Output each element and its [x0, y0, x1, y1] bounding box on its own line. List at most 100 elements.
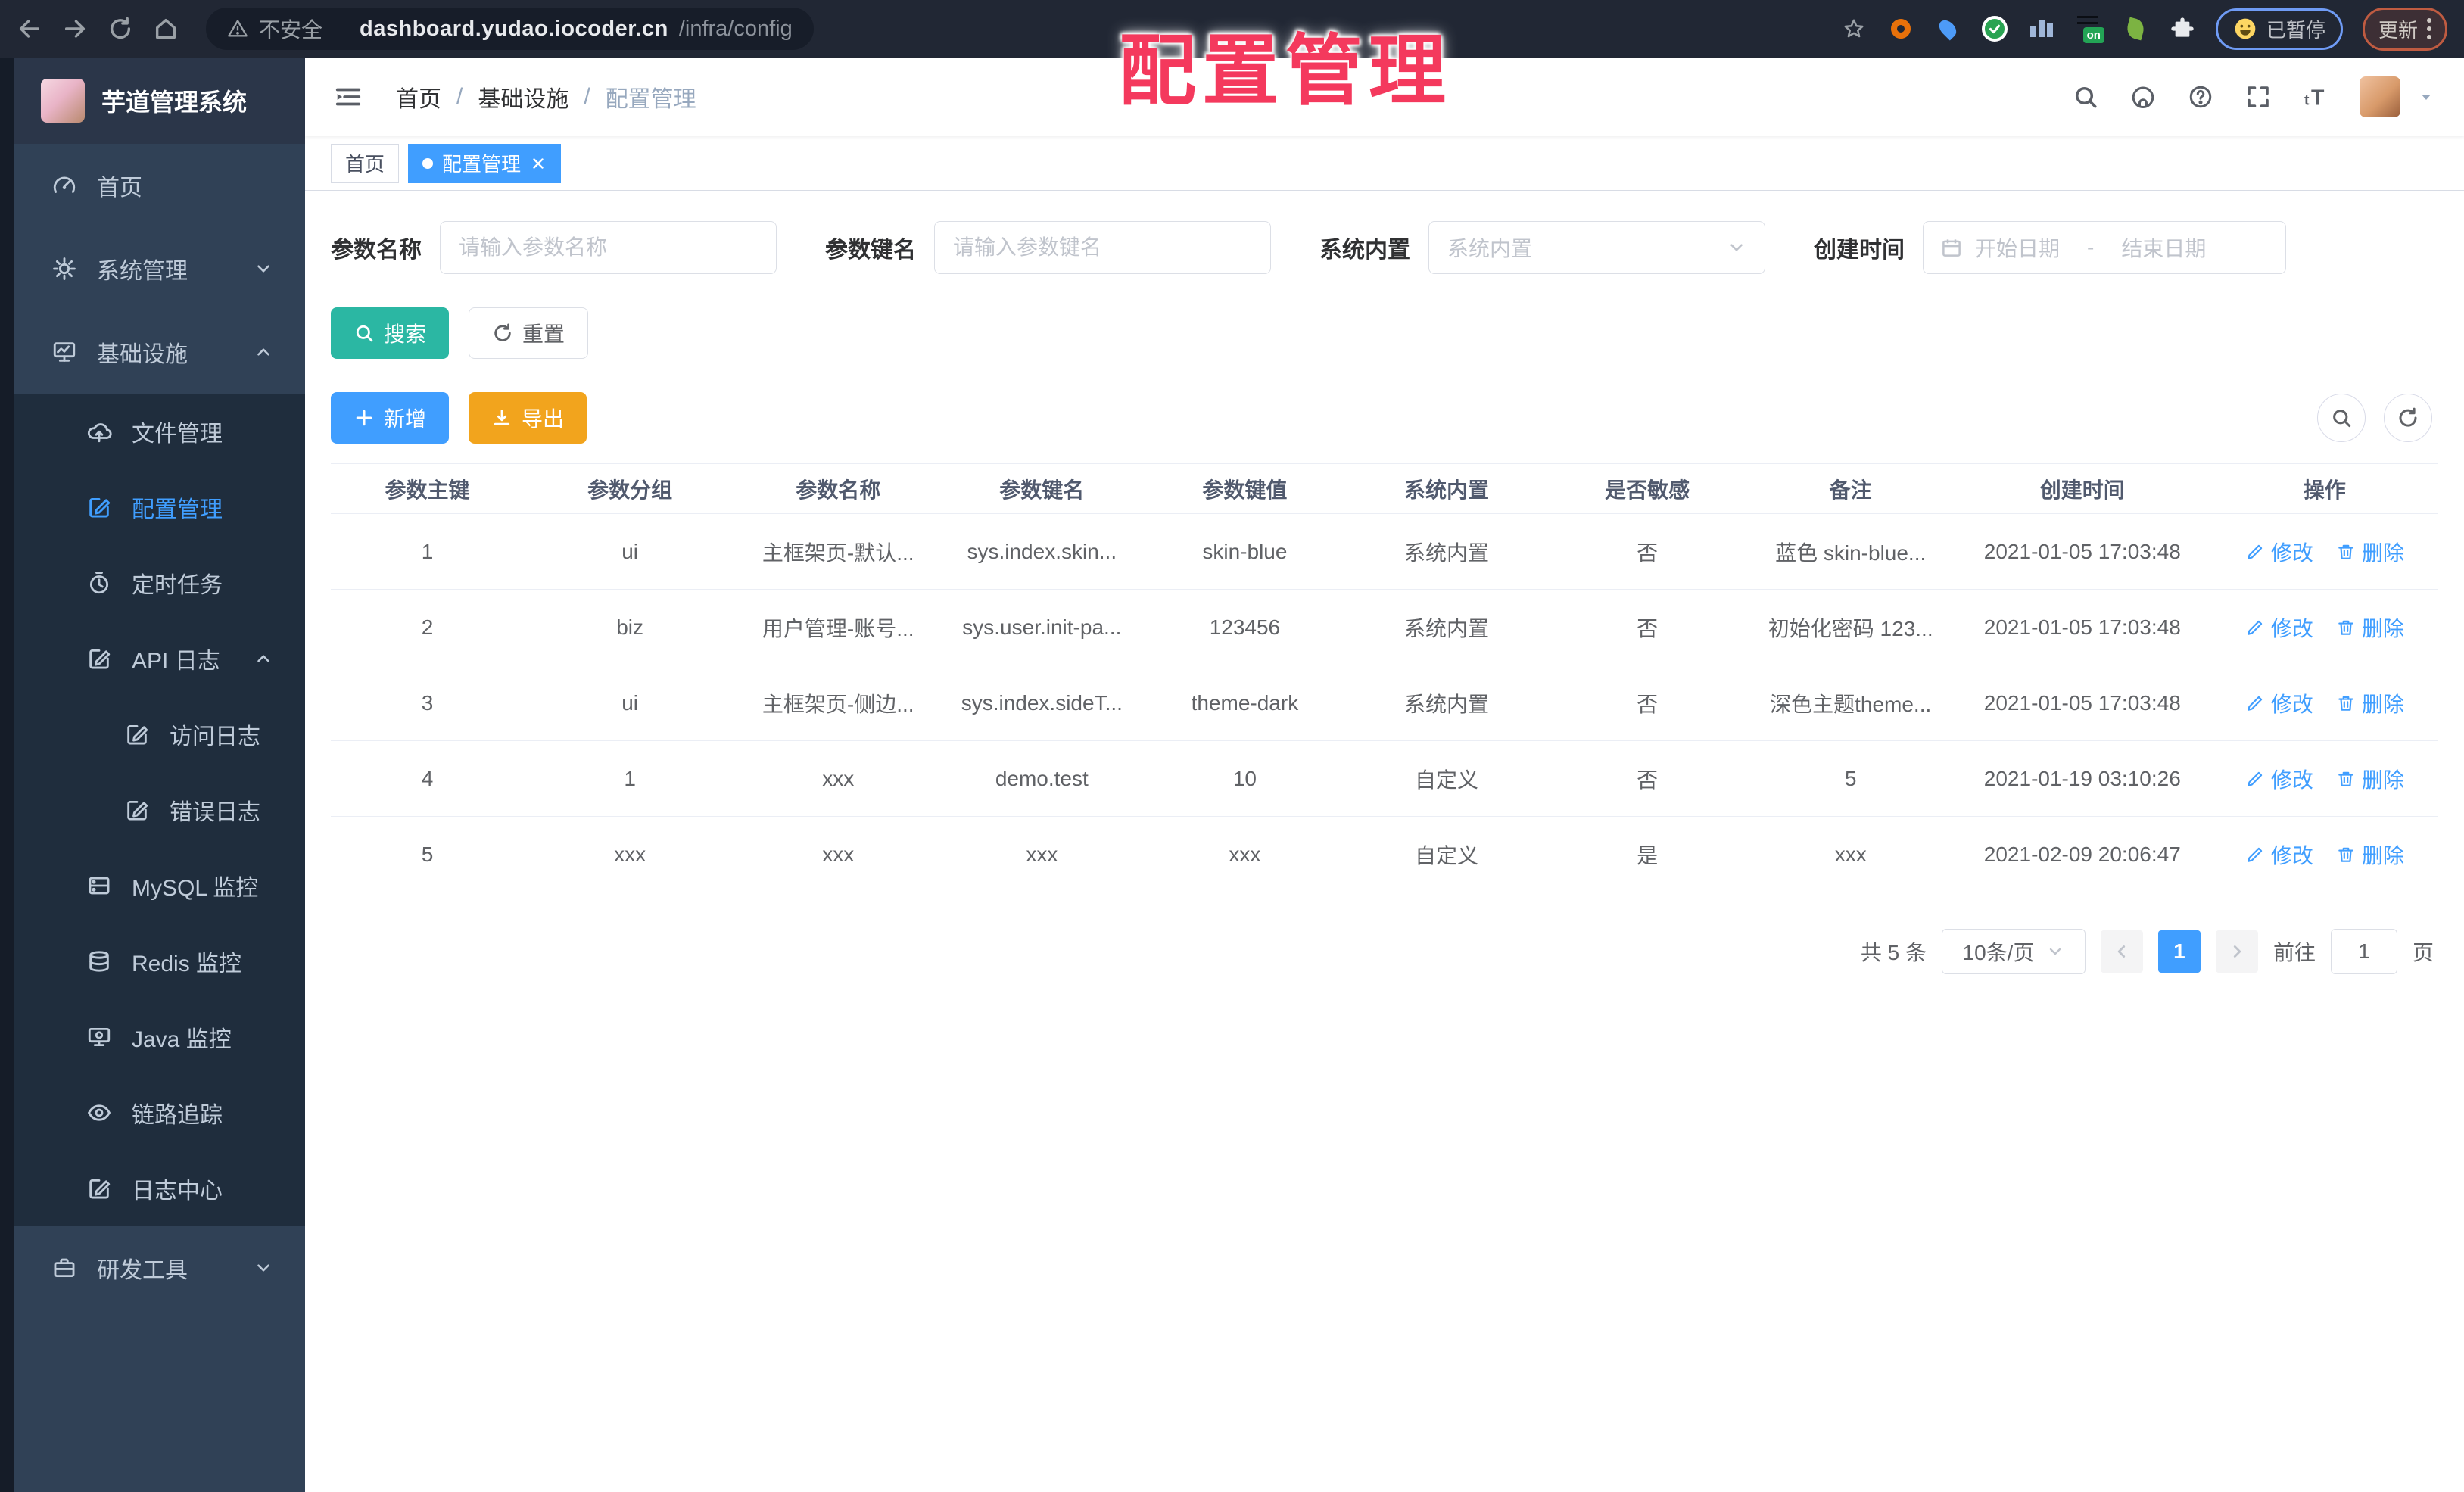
edit-link[interactable]: 修改 [2245, 688, 2313, 718]
extension-puzzle-icon[interactable] [2169, 15, 2196, 42]
delete-link[interactable]: 删除 [2336, 764, 2404, 794]
sidebar-logo[interactable]: 芋道管理系统 [14, 58, 305, 144]
edit-link[interactable]: 修改 [2245, 839, 2313, 870]
avatar-caret-down-icon[interactable] [2417, 88, 2435, 106]
col-param-group: 参数分组 [524, 463, 737, 514]
sidebar-item-tracing[interactable]: 链路追踪 [14, 1075, 305, 1151]
current-page-button[interactable]: 1 [2157, 930, 2201, 973]
col-sensitive: 是否敏感 [1547, 463, 1748, 514]
page-size-select[interactable]: 10条/页 [1941, 929, 2086, 974]
sidebar-item-scheduled-jobs[interactable]: 定时任务 [14, 545, 305, 621]
redis-stack-icon [86, 948, 112, 974]
plus-icon [354, 407, 375, 428]
java-monitor-icon [86, 1024, 112, 1050]
prev-page-button[interactable] [2100, 930, 2143, 973]
tab-home[interactable]: 首页 [331, 143, 400, 183]
extension-orange-donut-icon[interactable] [1887, 15, 1914, 42]
edit-link[interactable]: 修改 [2245, 764, 2313, 794]
log-edit-icon [124, 797, 150, 823]
browser-forward-icon[interactable] [62, 16, 88, 42]
start-date-placeholder: 开始日期 [1975, 237, 2061, 260]
calendar-icon [1940, 236, 1963, 259]
sidebar-item-access-log[interactable]: 访问日志 [14, 696, 305, 772]
github-icon[interactable] [2129, 83, 2157, 111]
browser-back-icon[interactable] [17, 16, 42, 42]
add-button[interactable]: 新增 [331, 392, 450, 444]
toggle-search-button[interactable] [2317, 394, 2366, 442]
browser-menu-dots-icon[interactable] [2427, 18, 2431, 39]
sidebar-item-redis-monitor[interactable]: Redis 监控 [14, 924, 305, 999]
extension-leaf-icon[interactable] [2122, 15, 2149, 42]
edit-link[interactable]: 修改 [2245, 612, 2313, 643]
table-row: 3 ui 主框架页-侧边... sys.index.sideT... theme… [331, 665, 2438, 741]
sidebar-item-mysql-monitor[interactable]: MySQL 监控 [14, 848, 305, 924]
sidebar-item-home[interactable]: 首页 [14, 144, 305, 227]
sidebar-item-infra[interactable]: 基础设施 [14, 310, 305, 394]
eye-icon [86, 1100, 112, 1126]
table-row: 4 1 xxx demo.test 10 自定义 否 5 2021-01-19 … [331, 740, 2438, 817]
browser-update-button[interactable]: 更新 [2362, 7, 2447, 51]
trash-icon [2336, 618, 2356, 637]
avatar[interactable] [2360, 76, 2400, 117]
browser-home-icon[interactable] [153, 16, 179, 42]
extension-on-badge-icon[interactable]: on [2075, 15, 2104, 43]
refresh-table-button[interactable] [2384, 394, 2432, 442]
chevron-down-icon [254, 1258, 273, 1278]
close-tab-icon[interactable] [530, 155, 547, 172]
sidebar-item-error-log[interactable]: 错误日志 [14, 772, 305, 848]
edit-link[interactable]: 修改 [2245, 537, 2313, 567]
goto-page-input[interactable] [2330, 929, 2397, 974]
sidebar-item-dev-tools[interactable]: 研发工具 [14, 1226, 305, 1310]
browser-reload-icon[interactable] [107, 16, 133, 42]
breadcrumb-current: 配置管理 [605, 87, 696, 112]
delete-link[interactable]: 删除 [2336, 537, 2404, 567]
total-count: 共 5 条 [1860, 941, 1927, 964]
delete-link[interactable]: 删除 [2336, 839, 2404, 870]
next-page-button[interactable] [2215, 930, 2258, 973]
trash-icon [2336, 542, 2356, 562]
refresh-icon [2397, 406, 2419, 429]
sidebar-item-log-center[interactable]: 日志中心 [14, 1151, 305, 1226]
chevron-down-icon [1727, 238, 1746, 257]
sidebar-item-api-log[interactable]: API 日志 [14, 621, 305, 696]
reset-button[interactable]: 重置 [469, 307, 589, 359]
trash-icon [2336, 769, 2356, 789]
delete-link[interactable]: 删除 [2336, 688, 2404, 718]
paused-extension-badge[interactable]: 已暂停 [2215, 8, 2343, 50]
cloud-upload-icon [86, 419, 112, 444]
extension-vpn-icon[interactable] [1981, 15, 2008, 42]
delete-link[interactable]: 删除 [2336, 612, 2404, 643]
app-title: 芋道管理系统 [101, 89, 248, 116]
built-in-select[interactable]: 系统内置 [1428, 221, 1765, 274]
param-name-input[interactable] [440, 221, 777, 274]
param-key-input[interactable] [934, 221, 1271, 274]
sidebar-item-system[interactable]: 系统管理 [14, 227, 305, 310]
sidebar-item-file-management[interactable]: 文件管理 [14, 394, 305, 469]
url-host: dashboard.yudao.iocoder.cn [360, 16, 668, 41]
goto-label: 前往 [2272, 941, 2316, 964]
address-bar[interactable]: 不安全 dashboard.yudao.iocoder.cn/infra/con… [206, 8, 814, 50]
extension-columns-icon[interactable] [2028, 15, 2055, 42]
dashboard-icon [51, 173, 77, 198]
date-range-picker[interactable]: 开始日期 - 结束日期 [1923, 221, 2286, 274]
chevron-right-icon [2227, 942, 2247, 961]
fullscreen-icon[interactable] [2244, 83, 2272, 111]
font-size-icon[interactable] [2302, 83, 2329, 111]
col-built-in: 系统内置 [1346, 463, 1547, 514]
breadcrumb-home[interactable]: 首页 [396, 80, 441, 114]
tab-config-management[interactable]: 配置管理 [408, 143, 562, 183]
extension-pin-icon[interactable] [1934, 15, 1961, 42]
search-button[interactable]: 搜索 [331, 307, 450, 359]
bookmark-star-icon[interactable] [1843, 17, 1865, 40]
breadcrumb-infra[interactable]: 基础设施 [478, 80, 568, 114]
browser-bar: 不安全 dashboard.yudao.iocoder.cn/infra/con… [0, 0, 2464, 58]
chevron-down-icon [254, 259, 273, 279]
date-separator: - [2087, 235, 2095, 259]
table-row: 1 ui 主框架页-默认... sys.index.skin... skin-b… [331, 513, 2438, 590]
sidebar-item-config-management[interactable]: 配置管理 [14, 469, 305, 545]
export-button[interactable]: 导出 [469, 392, 587, 444]
help-icon[interactable] [2187, 83, 2214, 111]
header-search-icon[interactable] [2072, 83, 2099, 111]
hamburger-icon[interactable] [334, 83, 363, 111]
sidebar-item-java-monitor[interactable]: Java 监控 [14, 999, 305, 1075]
